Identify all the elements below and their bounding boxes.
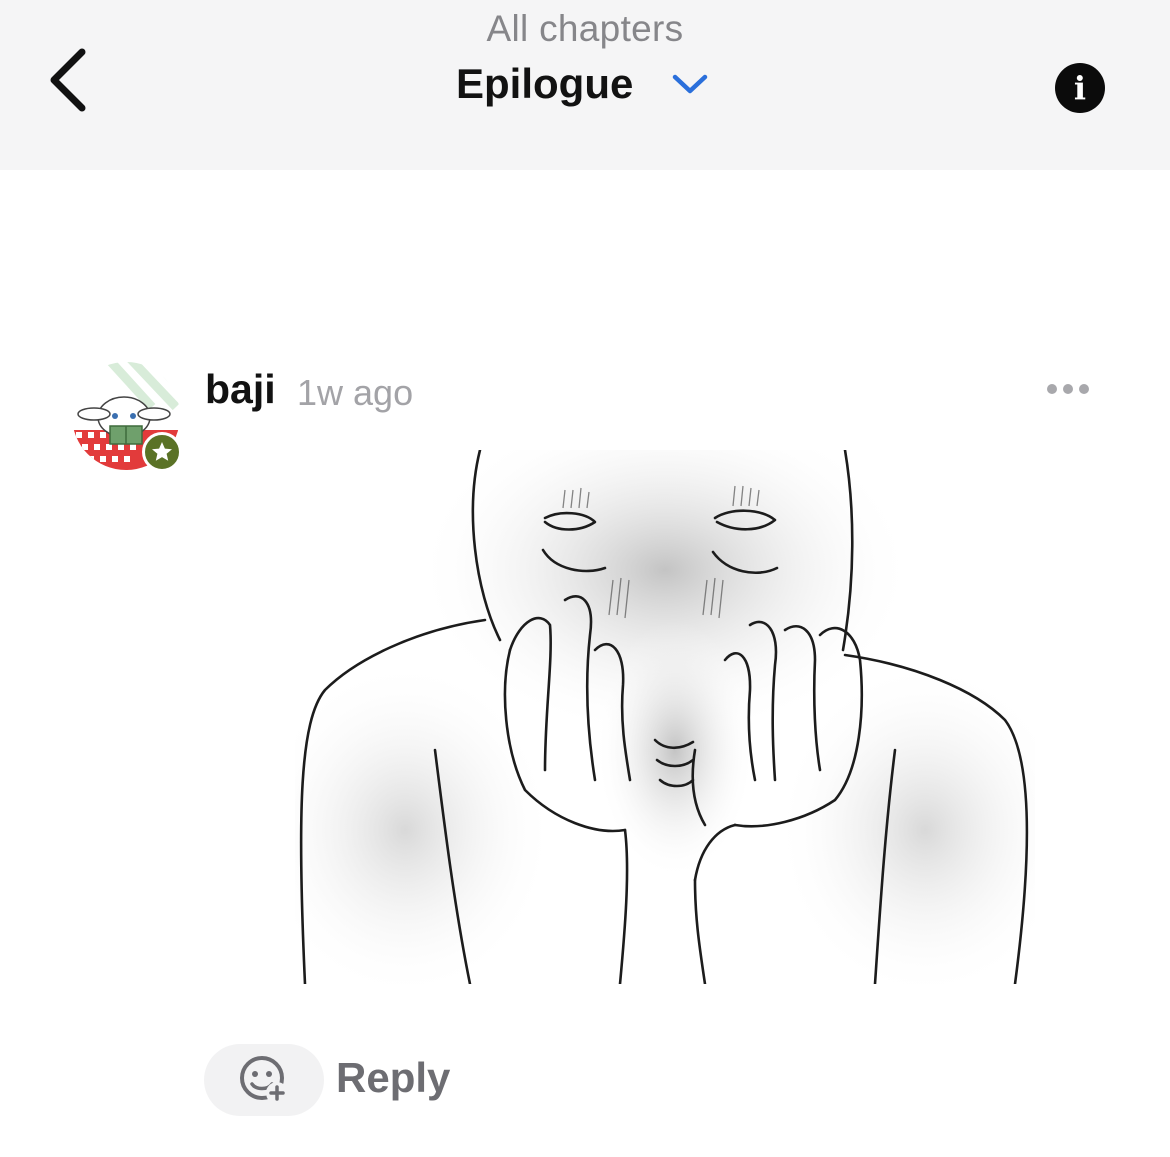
more-horizontal-icon — [1079, 384, 1089, 394]
top-bar: All chapters Epilogue i — [0, 0, 1170, 170]
comment-username[interactable]: baji — [205, 366, 276, 413]
more-horizontal-icon — [1047, 384, 1057, 394]
info-icon: i — [1073, 69, 1087, 107]
star-icon — [152, 442, 172, 461]
chapter-selector[interactable]: Epilogue — [440, 56, 730, 112]
member-badge — [142, 432, 182, 472]
add-emoji-icon — [240, 1056, 288, 1104]
avatar[interactable] — [72, 362, 182, 472]
chapter-title: Epilogue — [456, 60, 634, 107]
back-button[interactable] — [36, 42, 96, 118]
info-button[interactable]: i — [1055, 63, 1105, 113]
reply-button[interactable]: Reply — [336, 1054, 450, 1102]
more-options-button[interactable] — [1038, 372, 1098, 406]
add-reaction-button[interactable] — [204, 1044, 324, 1116]
chevron-left-icon — [50, 48, 86, 112]
chapter-subtitle: All chapters — [486, 8, 684, 49]
comment-timestamp: 1w ago — [297, 372, 414, 413]
comment-attached-image[interactable] — [295, 450, 1035, 984]
chevron-down-icon — [671, 72, 709, 96]
more-horizontal-icon — [1063, 384, 1073, 394]
